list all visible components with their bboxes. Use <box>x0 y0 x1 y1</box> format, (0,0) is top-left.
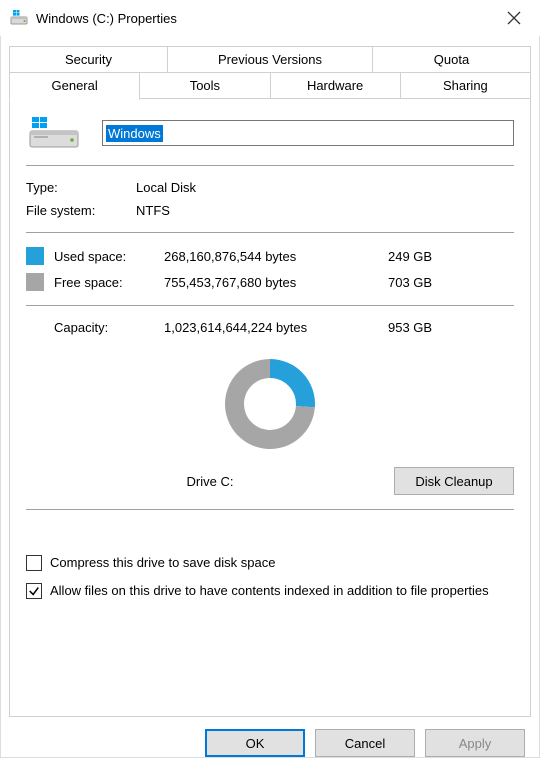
tab-quota[interactable]: Quota <box>373 46 531 72</box>
cancel-button[interactable]: Cancel <box>315 729 415 757</box>
capacity-human: 953 GB <box>364 320 514 335</box>
separator <box>26 509 514 510</box>
dialog-buttons: OK Cancel Apply <box>9 717 531 757</box>
type-label: Type: <box>26 180 136 195</box>
filesystem-value: NTFS <box>136 203 514 218</box>
volume-name-input[interactable]: Windows <box>102 120 514 146</box>
free-swatch <box>26 273 44 291</box>
drive-label: Drive C: <box>26 474 394 489</box>
tab-tools[interactable]: Tools <box>140 72 270 99</box>
free-bytes: 755,453,767,680 bytes <box>164 275 364 290</box>
drive-large-icon <box>26 115 82 151</box>
apply-button[interactable]: Apply <box>425 729 525 757</box>
volume-name-value: Windows <box>106 125 163 142</box>
tab-security[interactable]: Security <box>9 46 168 72</box>
title-bar: Windows (C:) Properties <box>0 0 540 36</box>
capacity-label: Capacity: <box>54 320 164 335</box>
ok-button[interactable]: OK <box>205 729 305 757</box>
tab-general[interactable]: General <box>9 72 140 100</box>
index-label: Allow files on this drive to have conten… <box>50 582 489 600</box>
disk-cleanup-button[interactable]: Disk Cleanup <box>394 467 514 495</box>
free-human: 703 GB <box>364 275 514 290</box>
tab-sharing[interactable]: Sharing <box>401 72 531 99</box>
separator <box>26 232 514 233</box>
usage-chart <box>26 349 514 459</box>
window-title: Windows (C:) Properties <box>36 11 496 26</box>
index-checkbox[interactable] <box>26 583 42 599</box>
used-bytes: 268,160,876,544 bytes <box>164 249 364 264</box>
separator <box>26 165 514 166</box>
close-button[interactable] <box>496 0 532 36</box>
used-human: 249 GB <box>364 249 514 264</box>
type-value: Local Disk <box>136 180 514 195</box>
filesystem-label: File system: <box>26 203 136 218</box>
drive-icon <box>10 9 28 27</box>
tab-hardware[interactable]: Hardware <box>271 72 401 99</box>
used-label: Used space: <box>54 249 164 264</box>
compress-checkbox[interactable] <box>26 555 42 571</box>
used-swatch <box>26 247 44 265</box>
capacity-bytes: 1,023,614,644,224 bytes <box>164 320 364 335</box>
separator <box>26 305 514 306</box>
dialog-frame: Security Previous Versions Quota General… <box>0 36 540 758</box>
tab-previous-versions[interactable]: Previous Versions <box>168 46 373 72</box>
general-panel: Windows Type: Local Disk File system: NT… <box>9 99 531 717</box>
tabs: Security Previous Versions Quota General… <box>9 46 531 99</box>
compress-label: Compress this drive to save disk space <box>50 554 275 572</box>
free-label: Free space: <box>54 275 164 290</box>
